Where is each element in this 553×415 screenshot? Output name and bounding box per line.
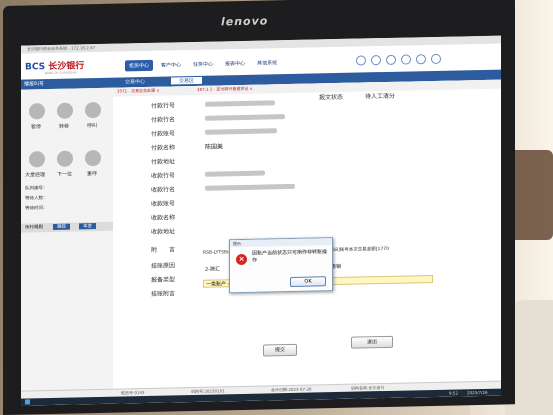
- tab-transaction-area[interactable]: 交易区: [171, 76, 203, 85]
- error-dialog: 提示 × 因账户当前状态只可用作非转账操作 OK: [229, 237, 333, 294]
- settings-icon[interactable]: [401, 54, 411, 65]
- message-icon[interactable]: [356, 55, 366, 66]
- hold-memo-label: 挂账附言: [151, 290, 176, 298]
- waiting-time: 等待时间：: [25, 206, 48, 212]
- payer-bank-name-label: 付款行名: [151, 116, 176, 124]
- transfer-icon[interactable]: [57, 102, 73, 119]
- hold-reason-label: 挂账原因: [151, 262, 176, 270]
- payer-bank-no-label: 付款行号: [151, 102, 176, 110]
- report-status-label: 报文状态: [319, 93, 344, 102]
- pause-label: 暂停: [31, 124, 42, 131]
- header-icons: [356, 53, 441, 66]
- main-nav: 柜员中心 客户中心 任务中心 报表中心 其他系统: [125, 57, 281, 72]
- dialog-message: 因账户当前状态只可用作非转账操作: [252, 249, 328, 264]
- payer-account-label: 付款账号: [151, 130, 176, 138]
- error-icon: ×: [236, 253, 247, 266]
- payee-address-label: 收款地址: [151, 228, 176, 236]
- start-icon[interactable]: [25, 399, 30, 405]
- payer-name-label: 付款名称: [151, 144, 176, 152]
- payee-bank-no-label: 收款行号: [151, 172, 176, 180]
- lock-icon[interactable]: [416, 54, 426, 65]
- next-label: 下一位: [57, 171, 73, 178]
- report-type-label: 报备类型: [151, 276, 176, 284]
- nav-item-task[interactable]: 任务中心: [189, 59, 217, 71]
- waiting-count: 等待人数：: [25, 196, 48, 202]
- queue-number: 队列编号：: [25, 186, 48, 192]
- transfer-label: 转移: [59, 123, 70, 130]
- payer-bank-no-value: [205, 100, 275, 107]
- nav-item-other[interactable]: 其他系统: [253, 57, 281, 69]
- power-icon[interactable]: [431, 53, 441, 65]
- tab-transaction-center[interactable]: 交易中心: [117, 78, 153, 86]
- payee-bank-name-label: 收款行名: [151, 186, 176, 194]
- doc-tab-processing[interactable]: 3571 - 交易业务处理 ×: [117, 88, 160, 95]
- nav-item-teller[interactable]: 柜员中心: [125, 59, 154, 72]
- sidebar-tabs: 示行规则 跟踪 本金: [21, 221, 113, 233]
- next-icon[interactable]: [57, 150, 73, 167]
- bank-subtitle: BANK OF CHANGSHA: [45, 70, 77, 76]
- tab-track[interactable]: 跟踪: [53, 223, 70, 230]
- doc-tab-credit-transfer[interactable]: 187.1.1 - 支付跨行普通贷记 ×: [197, 86, 253, 93]
- monitor: lenovo 长沙银行综合业务系统 - 172.16.2.67 BCS 长沙银行…: [3, 0, 515, 415]
- report-status-value: 待人工清分: [365, 92, 396, 101]
- recall-again-label: 重呼: [87, 171, 98, 178]
- nav-item-report[interactable]: 报表中心: [221, 58, 249, 70]
- payee-account-label: 收款账号: [151, 200, 176, 208]
- help-icon[interactable]: [386, 54, 396, 65]
- dialog-title: 提示: [230, 238, 332, 248]
- memo-label: 附 言: [151, 246, 176, 254]
- queue-sidebar: 暂停 转移 呼叫 大堂经理 下一位 重呼 队列编号： 等待人数： 等待时间： 示…: [21, 87, 114, 406]
- screen: 长沙银行综合业务系统 - 172.16.2.67 BCS 长沙银行 BANK O…: [21, 35, 501, 406]
- notice-icon[interactable]: [371, 55, 381, 66]
- tab-rules[interactable]: 示行规则: [21, 224, 47, 231]
- hold-reason-value: 2-跨汇: [205, 266, 220, 273]
- bank-logo-mark: BCS: [25, 62, 46, 73]
- pause-icon[interactable]: [29, 103, 45, 120]
- payee-bank-name-value: [205, 183, 295, 191]
- submit-button[interactable]: 提交: [263, 343, 297, 357]
- payee-bank-no-value: [205, 170, 265, 177]
- lobby-manager-label: 大堂经理: [25, 172, 46, 179]
- recall-label: 呼叫: [87, 123, 98, 130]
- payer-name-value: 陈国美: [205, 143, 224, 151]
- ok-button[interactable]: OK: [290, 276, 326, 287]
- recall-icon[interactable]: [85, 101, 101, 119]
- taskbar-time: 9:52: [449, 390, 458, 396]
- payer-bank-name-value: [205, 114, 285, 121]
- payer-address-label: 付款地址: [151, 158, 176, 166]
- lobby-manager-icon[interactable]: [29, 151, 45, 168]
- monitor-brand: lenovo: [221, 14, 269, 29]
- taskbar-date: 2023/7/26: [467, 389, 488, 396]
- queue-call-label: 播报叫号: [24, 81, 45, 88]
- tab-principal[interactable]: 本金: [79, 223, 96, 230]
- exit-button[interactable]: 退出: [351, 335, 393, 349]
- nav-item-customer[interactable]: 客户中心: [157, 59, 185, 71]
- recall-again-icon[interactable]: [85, 149, 101, 167]
- payee-name-label: 收款名称: [151, 214, 176, 222]
- payer-account-value: [205, 128, 277, 135]
